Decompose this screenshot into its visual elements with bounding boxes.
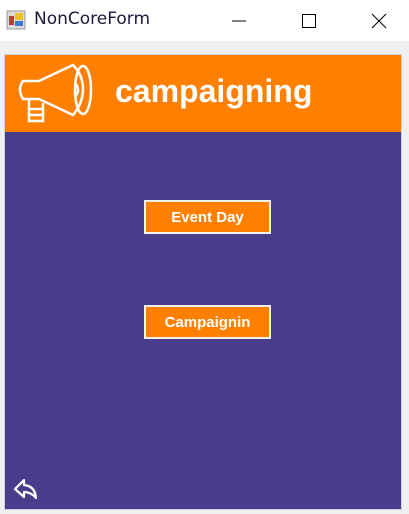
campaigning-button[interactable]: Campaignin (144, 305, 271, 339)
megaphone-icon (18, 63, 93, 123)
back-arrow-icon[interactable] (13, 478, 39, 502)
app-icon (6, 10, 26, 30)
event-day-button[interactable]: Event Day (144, 200, 271, 234)
maximize-icon (302, 13, 316, 28)
close-icon (371, 13, 387, 28)
minimize-icon (232, 20, 246, 21)
header-title: campaigning (115, 73, 313, 109)
maximize-button[interactable] (286, 0, 332, 41)
header-banner: campaigning (5, 55, 401, 132)
title-bar: NonCoreForm (0, 0, 409, 41)
window-title: NonCoreForm (34, 9, 151, 29)
minimize-button[interactable] (216, 0, 262, 41)
main-panel: campaigning Event Day Campaignin (4, 54, 402, 510)
close-button[interactable] (356, 0, 402, 41)
